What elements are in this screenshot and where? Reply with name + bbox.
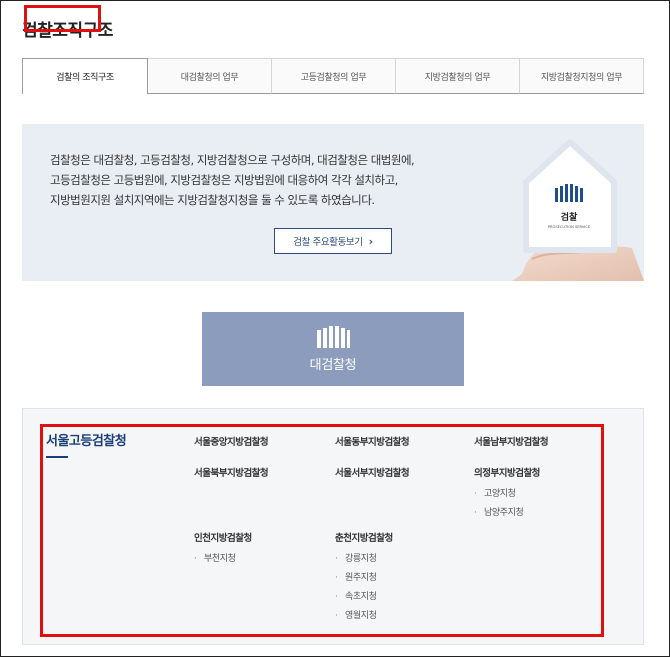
tab-bar: 검찰의 조직구조 대검찰청의 업무 고등검찰청의 업무 지방검찰청의 업무 지방… <box>22 58 644 94</box>
office-seoul-central[interactable]: 서울중앙지방검찰청 <box>194 434 269 448</box>
banner-line: 검찰청은 대검찰청, 고등검찰청, 지방검찰청으로 구성하며, 대검찰청은 대법… <box>50 153 415 167</box>
branch-namyangju[interactable]: · 남양주지청 <box>474 505 524 518</box>
branch-gangneung[interactable]: · 강릉지청 <box>335 551 377 564</box>
office-seoul-west[interactable]: 서울서부지방검찰청 <box>335 465 410 479</box>
title-underline <box>46 456 68 458</box>
logo-text: 검찰 <box>561 211 578 223</box>
office-chuncheon[interactable]: 춘천지방검찰청 <box>335 530 393 544</box>
chevron-right-icon: › <box>368 234 374 248</box>
office-seoul-south[interactable]: 서울남부지방검찰청 <box>474 434 549 448</box>
main-activities-label: 검찰 주요활동보기 <box>293 237 363 248</box>
branch-sokcho[interactable]: · 속초지청 <box>335 589 377 602</box>
intro-banner: 검찰청은 대검찰청, 고등검찰청, 지방검찰청으로 구성하며, 대검찰청은 대법… <box>22 124 644 281</box>
branch-goyang[interactable]: · 고양지청 <box>474 486 516 499</box>
banner-line: 고등검찰청은 고등법원에, 지방검찰청은 지방법원에 대응하여 각각 설치하고, <box>50 173 398 187</box>
tab-branch-duties[interactable]: 지방검찰청지청의 업무 <box>520 58 644 94</box>
active-tab-highlight <box>24 5 101 32</box>
office-uijeongbu[interactable]: 의정부지방검찰청 <box>474 465 540 479</box>
tab-district-duties[interactable]: 지방검찰청의 업무 <box>396 58 520 94</box>
tab-supreme-duties[interactable]: 대검찰청의 업무 <box>148 58 272 94</box>
main-activities-button[interactable]: 검찰 주요활동보기 › <box>274 228 392 254</box>
org-highlight-box <box>40 424 604 637</box>
branch-wonju[interactable]: · 원주지청 <box>335 570 377 583</box>
high-office-title: 서울고등검찰청 <box>46 434 127 449</box>
banner-line: 지방법원지원 설치지역에는 지방검찰청지청을 둘 수 있도록 하였습니다. <box>50 193 375 207</box>
office-seoul-north[interactable]: 서울북부지방검찰청 <box>194 465 269 479</box>
supreme-prosecutors-office[interactable]: 대검찰청 <box>202 312 464 386</box>
branch-yeongwol[interactable]: · 영월지청 <box>335 608 377 621</box>
tab-organization[interactable]: 검찰의 조직구조 <box>22 58 148 94</box>
logo-subtext: PROSECUTION SERVICE <box>548 225 591 229</box>
office-seoul-east[interactable]: 서울동부지방검찰청 <box>335 434 410 448</box>
hand-house-icon: 검찰 PROSECUTION SERVICE <box>512 139 644 281</box>
supreme-label: 대검찰청 <box>309 357 357 373</box>
branch-bucheon[interactable]: · 부천지청 <box>194 551 236 564</box>
tab-high-duties[interactable]: 고등검찰청의 업무 <box>272 58 396 94</box>
office-incheon[interactable]: 인천지방검찰청 <box>194 530 252 544</box>
banner-text: 검찰청은 대검찰청, 고등검찰청, 지방검찰청으로 구성하며, 대검찰청은 대법… <box>50 150 490 210</box>
prosecution-logo-icon <box>317 325 350 348</box>
